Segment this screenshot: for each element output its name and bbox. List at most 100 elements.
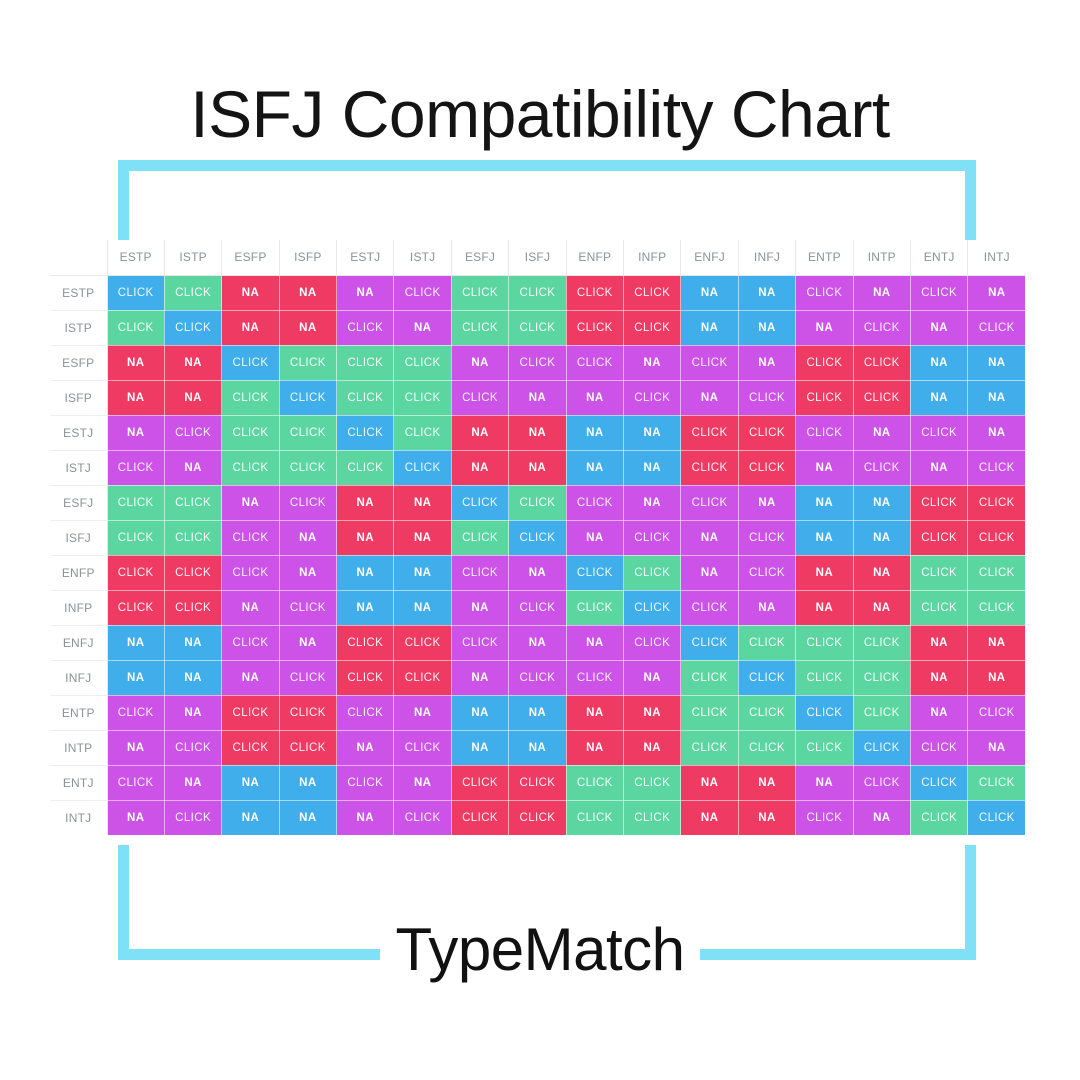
matrix-cell-esfp-entp[interactable]: CLICK [795,345,854,381]
matrix-cell-enfj-isfp[interactable]: NA [279,625,338,661]
matrix-cell-estp-isfj[interactable]: CLICK [508,275,567,311]
matrix-cell-infj-isfp[interactable]: CLICK [279,660,338,696]
matrix-cell-isfp-esfp[interactable]: CLICK [221,380,280,416]
matrix-cell-isfp-infj[interactable]: CLICK [738,380,797,416]
matrix-cell-intj-esfj[interactable]: CLICK [451,800,510,835]
matrix-cell-enfp-infj[interactable]: CLICK [738,555,797,591]
matrix-cell-isfj-enfp[interactable]: NA [566,520,625,556]
matrix-cell-entj-intp[interactable]: CLICK [853,765,911,801]
matrix-cell-istj-intp[interactable]: CLICK [853,450,911,486]
matrix-cell-infj-enfp[interactable]: CLICK [566,660,625,696]
matrix-cell-esfp-infp[interactable]: NA [623,345,682,381]
matrix-cell-entp-entj[interactable]: NA [910,695,969,731]
matrix-cell-entj-isfp[interactable]: NA [279,765,338,801]
matrix-cell-estj-entp[interactable]: CLICK [795,415,854,451]
matrix-cell-entp-istj[interactable]: NA [393,695,452,731]
matrix-cell-entj-infp[interactable]: CLICK [623,765,682,801]
matrix-cell-istp-esfj[interactable]: CLICK [451,310,510,346]
matrix-cell-isfj-estj[interactable]: NA [336,520,395,556]
matrix-cell-enfj-istj[interactable]: CLICK [393,625,452,661]
matrix-cell-enfj-isfj[interactable]: NA [508,625,567,661]
matrix-cell-entp-intj[interactable]: CLICK [967,695,1026,731]
matrix-cell-istj-esfp[interactable]: CLICK [221,450,280,486]
matrix-cell-intp-isfj[interactable]: NA [508,730,567,766]
matrix-cell-infp-enfp[interactable]: CLICK [566,590,625,626]
matrix-cell-istj-infp[interactable]: NA [623,450,682,486]
matrix-cell-infj-istp[interactable]: NA [164,660,223,696]
matrix-cell-entj-isfj[interactable]: CLICK [508,765,567,801]
matrix-cell-estp-estj[interactable]: NA [336,275,395,311]
matrix-cell-entj-infj[interactable]: NA [738,765,797,801]
matrix-cell-esfp-enfp[interactable]: CLICK [566,345,625,381]
matrix-cell-intp-esfj[interactable]: NA [451,730,510,766]
matrix-cell-esfj-estp[interactable]: CLICK [107,485,165,521]
matrix-cell-istp-enfp[interactable]: CLICK [566,310,625,346]
matrix-cell-enfj-istp[interactable]: NA [164,625,223,661]
matrix-cell-intp-entp[interactable]: CLICK [795,730,854,766]
matrix-cell-infj-infp[interactable]: NA [623,660,682,696]
matrix-cell-isfj-infp[interactable]: CLICK [623,520,682,556]
matrix-cell-infj-esfj[interactable]: NA [451,660,510,696]
matrix-cell-isfp-entp[interactable]: CLICK [795,380,854,416]
matrix-cell-intp-isfp[interactable]: CLICK [279,730,338,766]
matrix-cell-istj-esfj[interactable]: NA [451,450,510,486]
matrix-cell-enfp-entp[interactable]: NA [795,555,854,591]
matrix-cell-enfp-istp[interactable]: CLICK [164,555,223,591]
matrix-cell-enfj-enfj[interactable]: CLICK [680,625,739,661]
matrix-cell-entp-enfj[interactable]: CLICK [680,695,739,731]
matrix-cell-infp-esfp[interactable]: NA [221,590,280,626]
matrix-cell-istj-entj[interactable]: NA [910,450,969,486]
matrix-cell-isfp-istp[interactable]: NA [164,380,223,416]
matrix-cell-estj-istj[interactable]: CLICK [393,415,452,451]
matrix-cell-intj-estj[interactable]: NA [336,800,395,835]
matrix-cell-isfp-isfp[interactable]: CLICK [279,380,338,416]
matrix-cell-istj-istp[interactable]: NA [164,450,223,486]
matrix-cell-enfj-infp[interactable]: CLICK [623,625,682,661]
matrix-cell-infj-intj[interactable]: NA [967,660,1026,696]
matrix-cell-intp-estj[interactable]: NA [336,730,395,766]
matrix-cell-esfp-intj[interactable]: NA [967,345,1026,381]
matrix-cell-infj-entp[interactable]: CLICK [795,660,854,696]
matrix-cell-esfj-isfp[interactable]: CLICK [279,485,338,521]
matrix-cell-esfj-esfj[interactable]: CLICK [451,485,510,521]
matrix-cell-estj-entj[interactable]: CLICK [910,415,969,451]
matrix-cell-intp-intj[interactable]: NA [967,730,1026,766]
matrix-cell-enfj-enfp[interactable]: NA [566,625,625,661]
matrix-cell-esfj-entj[interactable]: CLICK [910,485,969,521]
matrix-cell-istp-entj[interactable]: NA [910,310,969,346]
matrix-cell-enfp-isfp[interactable]: NA [279,555,338,591]
matrix-cell-estp-intp[interactable]: NA [853,275,911,311]
matrix-cell-intj-isfp[interactable]: NA [279,800,338,835]
matrix-cell-entp-estj[interactable]: CLICK [336,695,395,731]
matrix-cell-entp-infp[interactable]: NA [623,695,682,731]
matrix-cell-esfp-estj[interactable]: CLICK [336,345,395,381]
matrix-cell-infp-isfj[interactable]: CLICK [508,590,567,626]
matrix-cell-estj-estj[interactable]: CLICK [336,415,395,451]
matrix-cell-entp-isfp[interactable]: CLICK [279,695,338,731]
matrix-cell-esfj-infp[interactable]: NA [623,485,682,521]
matrix-cell-entj-entj[interactable]: CLICK [910,765,969,801]
matrix-cell-esfj-esfp[interactable]: NA [221,485,280,521]
matrix-cell-istp-estj[interactable]: CLICK [336,310,395,346]
matrix-cell-entp-infj[interactable]: CLICK [738,695,797,731]
matrix-cell-isfp-intp[interactable]: CLICK [853,380,911,416]
matrix-cell-enfp-intj[interactable]: CLICK [967,555,1026,591]
matrix-cell-entj-entp[interactable]: NA [795,765,854,801]
matrix-cell-infp-estp[interactable]: CLICK [107,590,165,626]
matrix-cell-intj-entp[interactable]: CLICK [795,800,854,835]
matrix-cell-infj-istj[interactable]: CLICK [393,660,452,696]
matrix-cell-istj-estp[interactable]: CLICK [107,450,165,486]
matrix-cell-estj-infp[interactable]: NA [623,415,682,451]
matrix-cell-estp-enfp[interactable]: CLICK [566,275,625,311]
matrix-cell-isfp-intj[interactable]: NA [967,380,1026,416]
matrix-cell-isfj-entp[interactable]: NA [795,520,854,556]
matrix-cell-isfj-entj[interactable]: CLICK [910,520,969,556]
matrix-cell-istp-intj[interactable]: CLICK [967,310,1026,346]
matrix-cell-istj-enfp[interactable]: NA [566,450,625,486]
matrix-cell-esfj-enfj[interactable]: CLICK [680,485,739,521]
matrix-cell-estp-istj[interactable]: CLICK [393,275,452,311]
matrix-cell-entp-intp[interactable]: CLICK [853,695,911,731]
matrix-cell-esfp-intp[interactable]: CLICK [853,345,911,381]
matrix-cell-esfp-entj[interactable]: NA [910,345,969,381]
matrix-cell-intp-istj[interactable]: CLICK [393,730,452,766]
